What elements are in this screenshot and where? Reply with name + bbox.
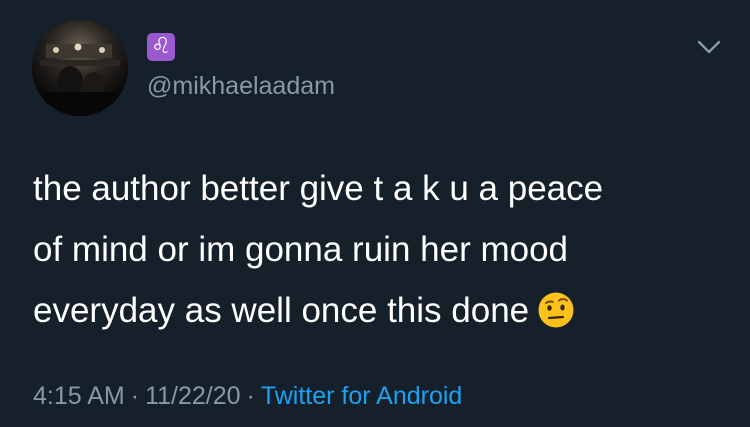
tweet-date[interactable]: 11/22/20 [145,382,240,410]
tweet-time[interactable]: 4:15 AM [33,382,125,410]
tweet-text-line-content: everyday as well once this done [33,291,530,330]
leo-zodiac-icon: ♌ [151,34,171,59]
user-handle[interactable]: @mikhaelaadam [147,71,335,101]
separator-dot: · [246,382,255,410]
tweet-text-line-content: of mind or im gonna ruin her mood [33,230,568,269]
tweet-text: the author better give t a k u a peace o… [33,158,723,341]
avatar[interactable] [32,20,128,116]
tweet: ♌ @mikhaelaadam the author better give t… [0,0,750,427]
tweet-text-line-last: everyday as well once this done [33,280,723,341]
display-name-zodiac-badge[interactable]: ♌ [147,33,175,61]
tweet-text-line: the author better give t a k u a peace [33,169,604,208]
tweet-text-line: of mind or im gonna ruin her mood [33,219,723,280]
tweet-metadata: 4:15 AM · 11/22/20 · Twitter for Android [33,380,462,412]
face-with-raised-eyebrow-icon [538,292,574,328]
chevron-down-icon[interactable] [696,38,722,56]
separator-dot: · [130,382,140,410]
tweet-source-link[interactable]: Twitter for Android [261,382,462,410]
